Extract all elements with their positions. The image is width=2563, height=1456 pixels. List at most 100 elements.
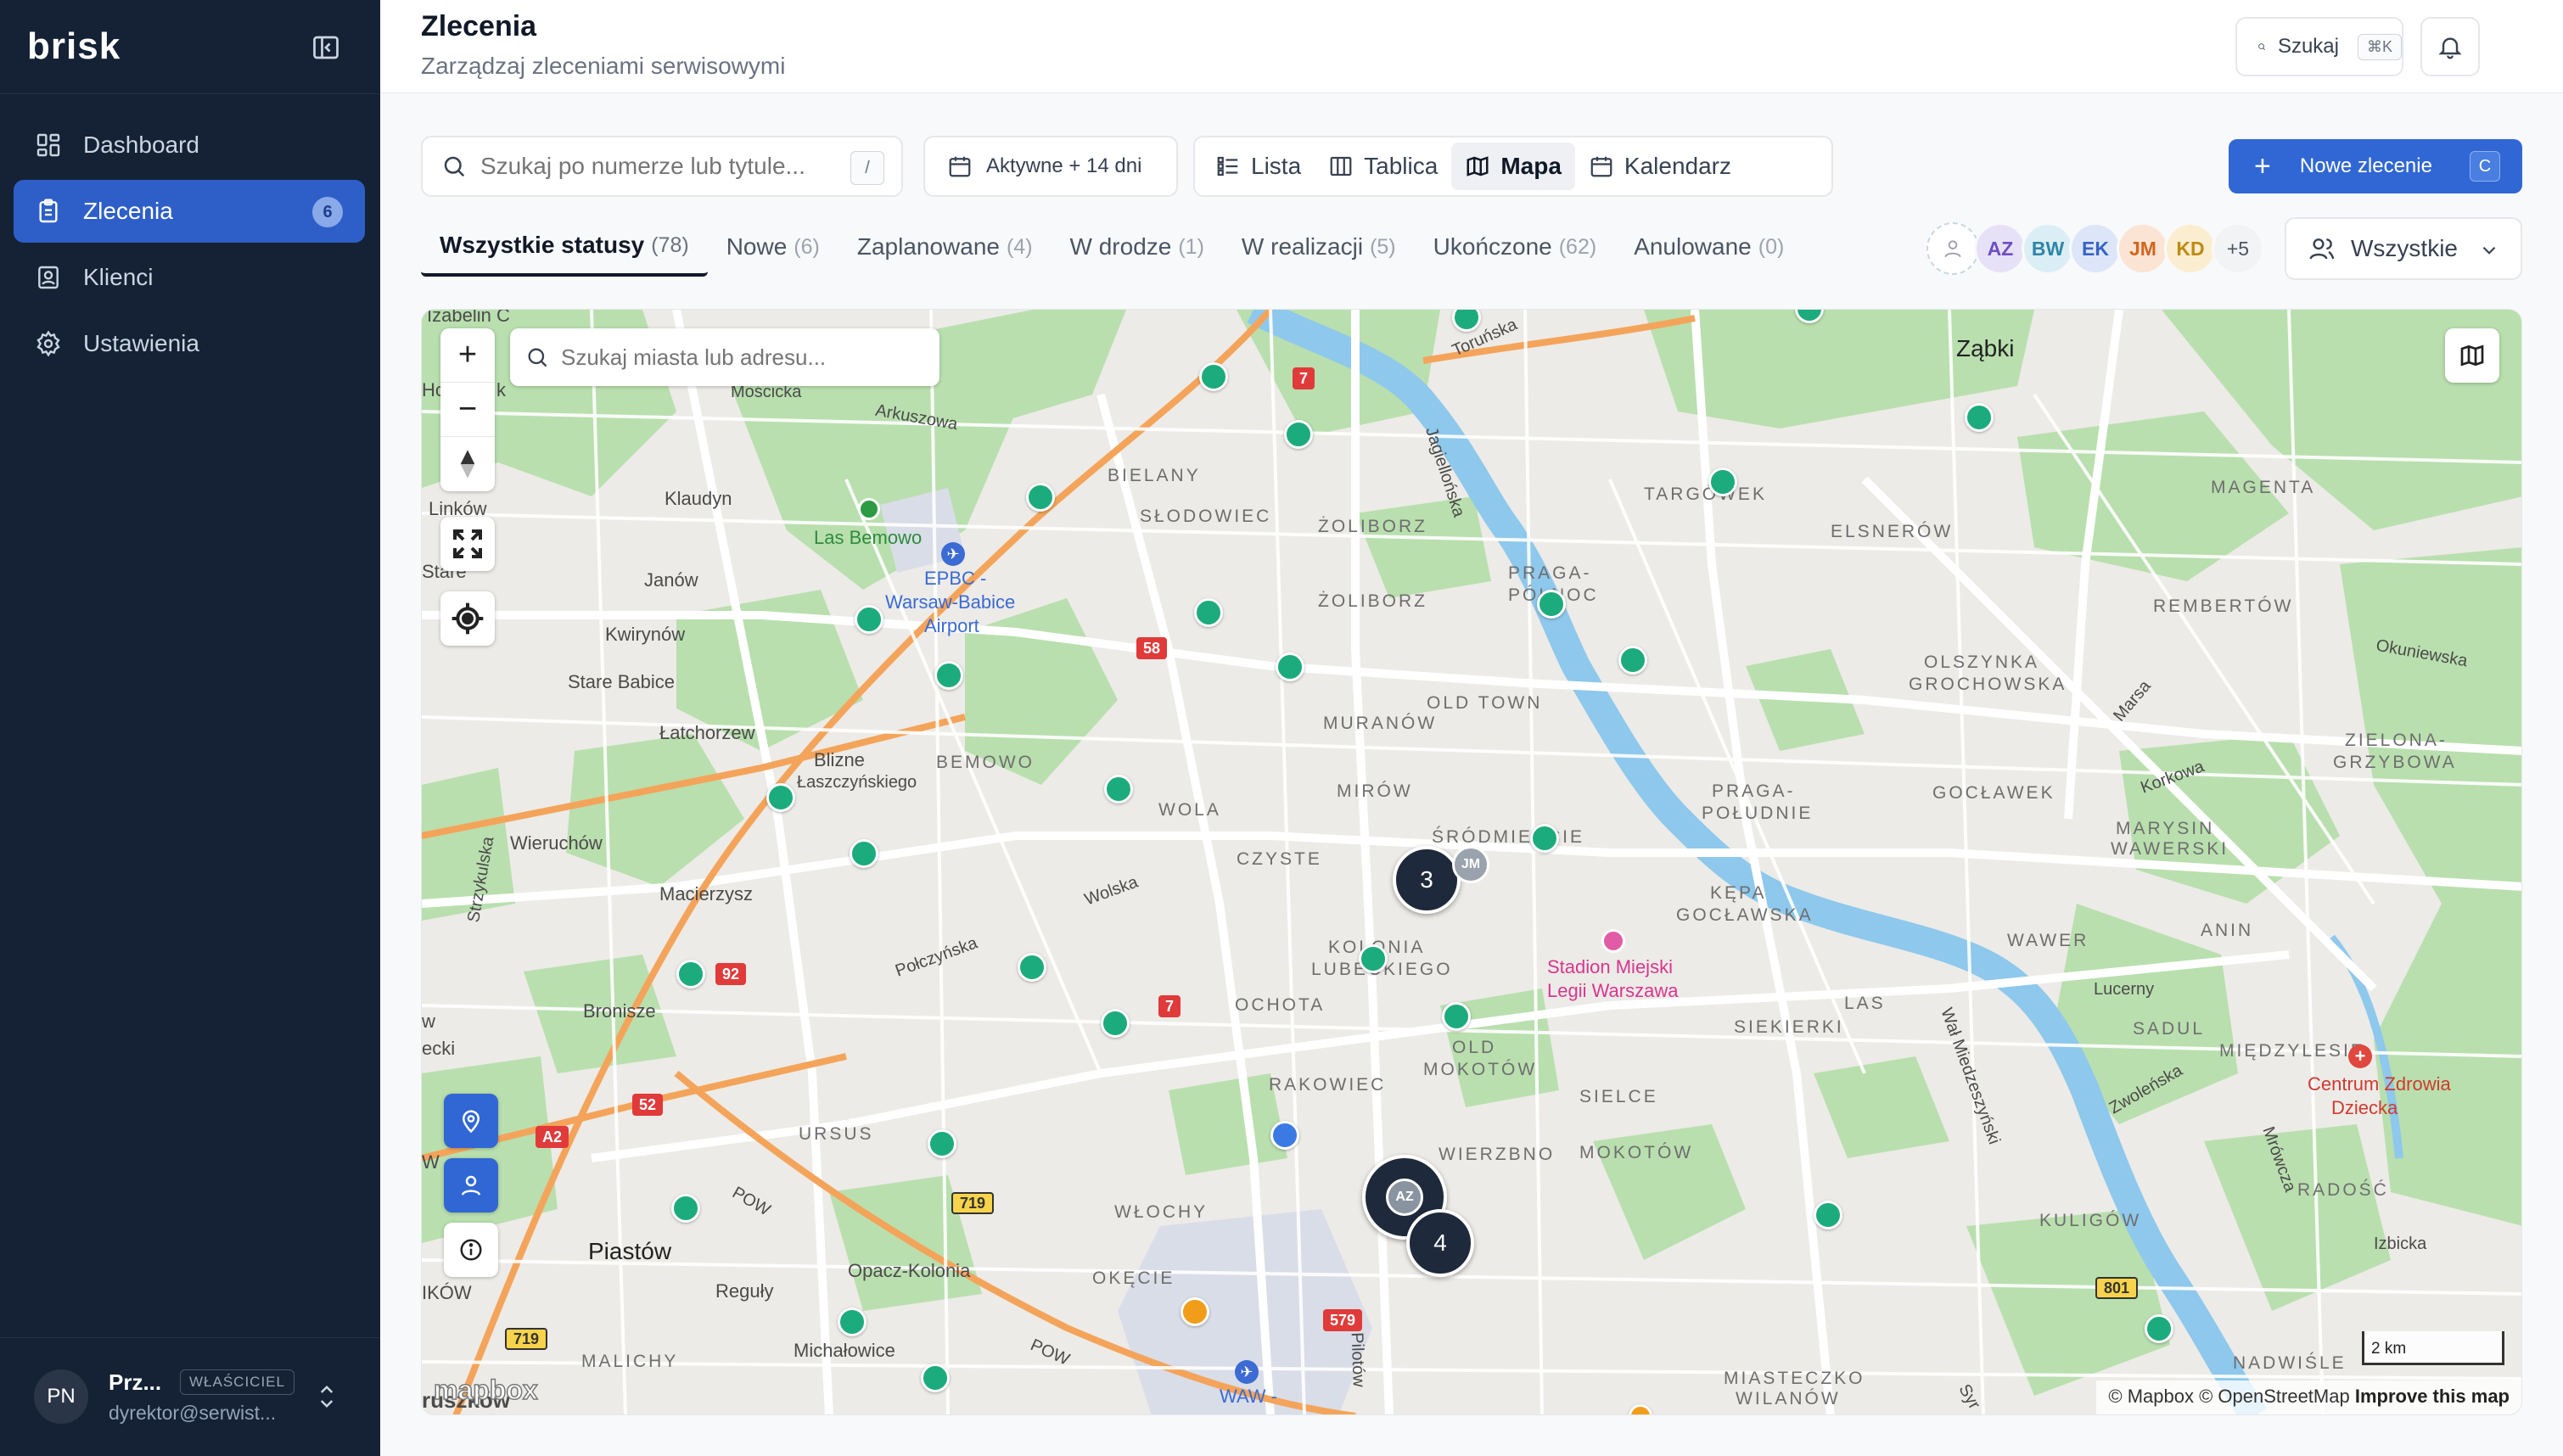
order-marker[interactable]	[1530, 824, 1559, 853]
zoom-in-button[interactable]: +	[440, 328, 495, 383]
map-label: REMBERTÓW	[2153, 596, 2294, 616]
map-label: LAS	[1844, 994, 1886, 1013]
order-marker[interactable]	[1026, 483, 1055, 512]
view-tab-kalendarz[interactable]: Kalendarz	[1575, 143, 1745, 190]
order-marker[interactable]	[1814, 1201, 1842, 1229]
order-marker[interactable]	[850, 839, 878, 868]
new-order-button[interactable]: + Nowe zlecenie C	[2229, 139, 2522, 193]
fullscreen-button[interactable]	[440, 517, 495, 571]
view-tab-mapa[interactable]: Mapa	[1451, 143, 1575, 190]
view-tab-lista[interactable]: Lista	[1202, 143, 1315, 190]
order-marker[interactable]	[2145, 1314, 2173, 1343]
map-address-search[interactable]	[510, 328, 939, 386]
order-marker[interactable]	[671, 1194, 700, 1223]
sidebar-item-dashboard[interactable]: Dashboard	[14, 114, 365, 176]
order-search-input[interactable]	[480, 153, 820, 180]
map-label: POŁUDNIE	[1702, 804, 1814, 823]
assignee-avatar[interactable]: AZ	[1974, 222, 2027, 275]
map-label: Blizne	[814, 749, 865, 770]
collapse-sidebar-icon[interactable]	[311, 32, 341, 63]
assignee-avatar[interactable]: KD	[2164, 222, 2217, 275]
tab-completed[interactable]: Ukończone (62)	[1415, 217, 1616, 277]
order-marker[interactable]	[1276, 652, 1304, 681]
date-filter-button[interactable]: Aktywne + 14 dni	[923, 136, 1178, 197]
order-search-field[interactable]: /	[421, 136, 903, 197]
map-label: w	[422, 1011, 435, 1032]
improve-map-link[interactable]: Improve this map	[2355, 1386, 2510, 1407]
tab-new[interactable]: Nowe (6)	[708, 217, 838, 277]
order-marker[interactable]	[921, 1364, 950, 1392]
toggle-technicians-button[interactable]	[444, 1158, 498, 1212]
map-label: MURANÓW	[1323, 714, 1438, 733]
map-style-button[interactable]	[2445, 328, 2499, 383]
list-icon	[1217, 156, 1238, 176]
toggle-order-pins-button[interactable]	[444, 1094, 498, 1148]
sidebar-item-label: Ustawienia	[83, 330, 199, 356]
geolocate-button[interactable]	[440, 591, 495, 646]
order-marker[interactable]	[1359, 944, 1388, 973]
map-label: WOLA	[1158, 800, 1221, 820]
order-marker[interactable]	[1199, 362, 1228, 391]
map-cluster[interactable]: 4	[1406, 1209, 1474, 1277]
view-tab-tablica[interactable]: Tablica	[1315, 143, 1451, 190]
tab-on-the-way[interactable]: W drodze (1)	[1052, 217, 1223, 277]
assignee-avatar[interactable]: JM	[2117, 222, 2169, 275]
order-marker[interactable]	[1181, 1297, 1209, 1326]
sidebar-item-ustawienia[interactable]: Ustawienia	[14, 312, 365, 375]
map-label: GRZYBOWA	[2333, 753, 2457, 772]
assignee-avatars: AZ BW EK JM KD +5	[1926, 222, 2264, 275]
order-marker[interactable]	[1537, 590, 1566, 619]
unassigned-avatar[interactable]	[1926, 222, 1979, 275]
order-marker[interactable]	[838, 1308, 866, 1336]
order-marker[interactable]	[855, 605, 883, 634]
tab-cancelled[interactable]: Anulowane (0)	[1615, 217, 1803, 277]
order-marker[interactable]	[676, 960, 705, 988]
map-legend-button[interactable]	[444, 1223, 498, 1277]
order-marker[interactable]	[1101, 1009, 1130, 1038]
brand-logo[interactable]: brisk	[27, 25, 121, 73]
tab-scheduled[interactable]: Zaplanowane (4)	[838, 217, 1052, 277]
notifications-button[interactable]	[2420, 17, 2480, 76]
order-marker[interactable]	[1270, 1121, 1299, 1150]
order-marker[interactable]	[1708, 468, 1737, 496]
order-marker[interactable]	[928, 1129, 956, 1158]
map-label: k	[496, 379, 506, 400]
more-assignees[interactable]: +5	[2212, 222, 2264, 275]
map-label: Wieruchów	[510, 832, 603, 854]
order-marker[interactable]	[1442, 1002, 1471, 1031]
compass-button[interactable]	[440, 437, 495, 491]
order-marker[interactable]	[1284, 420, 1313, 449]
order-marker[interactable]	[1194, 598, 1223, 627]
chevron-up-down-icon[interactable]	[314, 1381, 339, 1412]
zoom-out-button[interactable]: −	[440, 383, 495, 437]
sidebar-item-klienci[interactable]: Klienci	[14, 246, 365, 309]
global-search-button[interactable]: Szukaj ⌘K	[2235, 17, 2403, 76]
user-menu[interactable]: PN Prz... WŁAŚCICIEL dyrektor@serwist...	[34, 1369, 356, 1425]
assignee-avatar[interactable]: BW	[2022, 222, 2074, 275]
map-label: OKĘCIE	[1092, 1268, 1175, 1288]
orders-map[interactable]: Izabelin C Ho k Mościcka Arkuszowa Toruń…	[421, 309, 2522, 1415]
order-marker[interactable]	[934, 661, 963, 690]
order-marker[interactable]	[766, 783, 795, 812]
tab-in-progress[interactable]: W realizacji (5)	[1223, 217, 1415, 277]
map-label: TARGÓWEK	[1644, 484, 1767, 504]
road-badge: 719	[505, 1328, 548, 1350]
locate-icon	[440, 591, 495, 646]
map-label: MIRÓW	[1337, 781, 1413, 801]
mapbox-logo[interactable]: mapbox	[433, 1374, 538, 1406]
map-label: ANIN	[2201, 921, 2254, 940]
sidebar-item-zlecenia[interactable]: Zlecenia 6	[14, 180, 365, 243]
map-cluster[interactable]: 3	[1393, 846, 1461, 914]
order-marker[interactable]	[1618, 646, 1647, 675]
map-address-input[interactable]	[561, 344, 926, 371]
assignee-avatar[interactable]: EK	[2069, 222, 2122, 275]
order-marker[interactable]	[1018, 953, 1046, 982]
road-badge: A2	[536, 1126, 569, 1148]
map-attribution: © Mapbox © OpenStreetMap Improve this ma…	[2096, 1380, 2521, 1414]
assignee-filter-select[interactable]: Wszystkie	[2285, 217, 2522, 280]
tab-all-statuses[interactable]: Wszystkie statusy (78)	[421, 217, 708, 277]
shortcut-badge: ⌘K	[2357, 33, 2402, 60]
map-label: Klaudyn	[665, 488, 732, 509]
order-marker[interactable]	[1104, 775, 1133, 804]
order-marker[interactable]	[1965, 403, 1994, 432]
